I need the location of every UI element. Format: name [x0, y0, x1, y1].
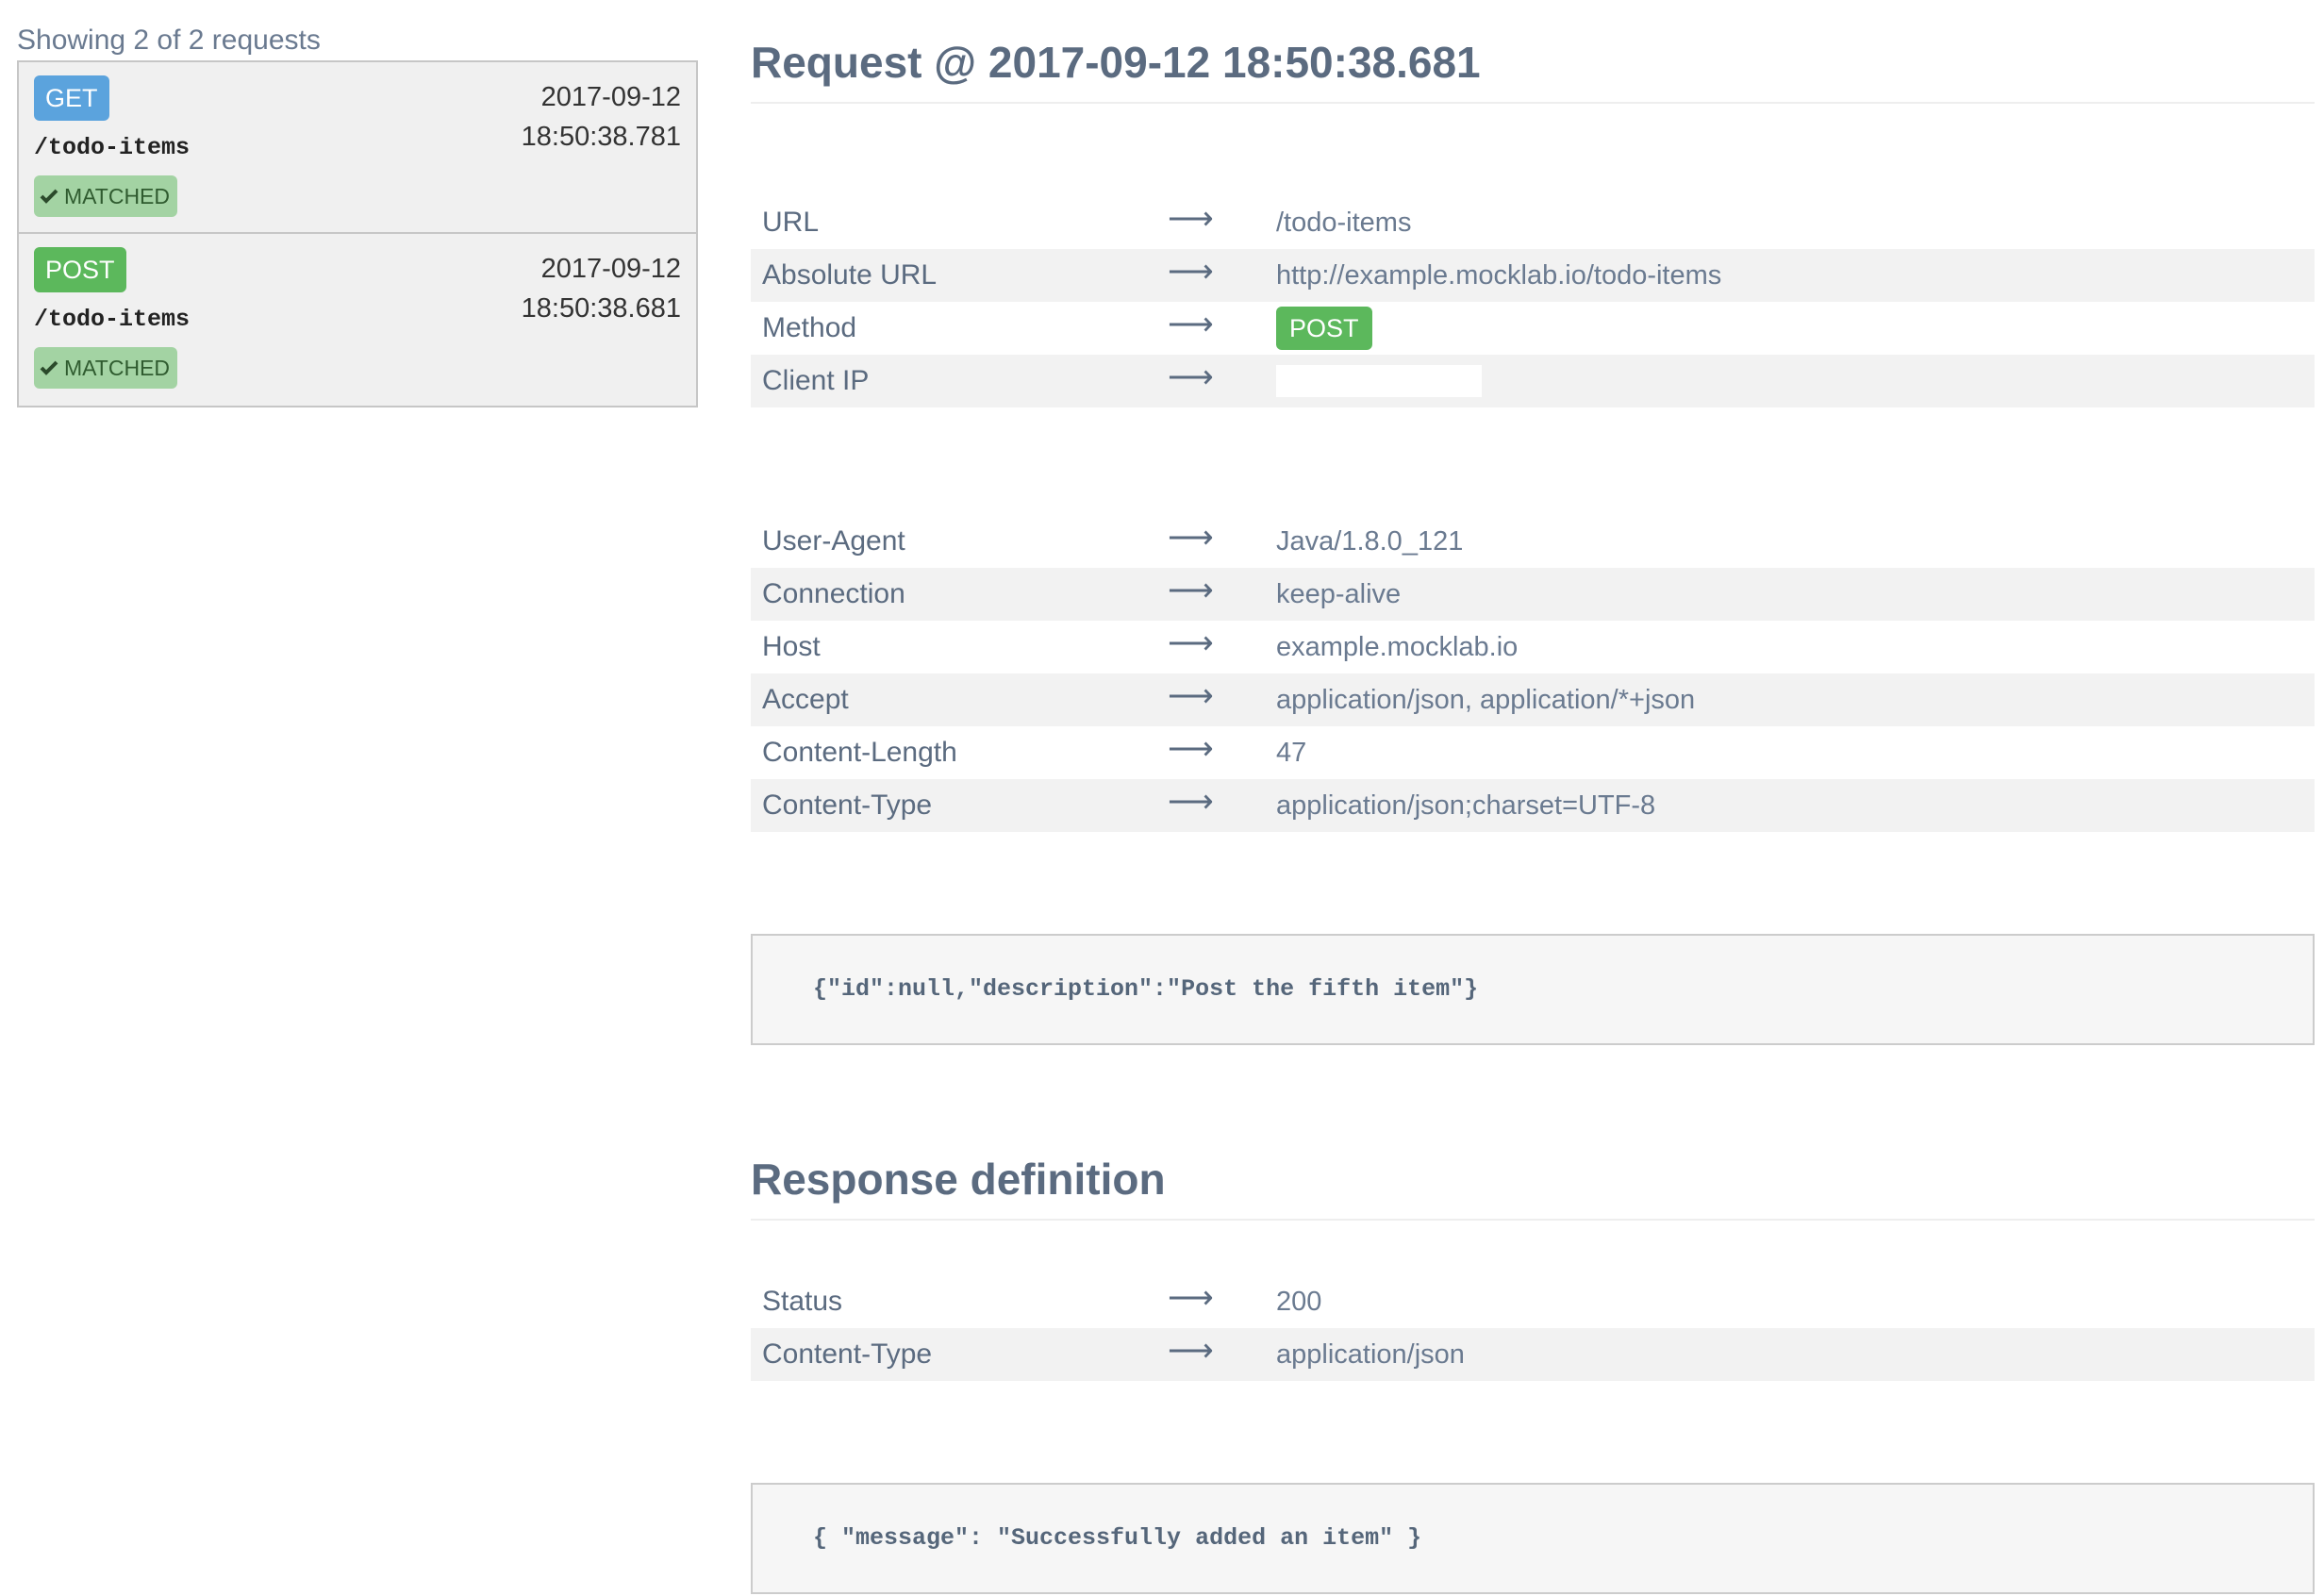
method-badge-post: POST [1276, 307, 1372, 350]
matched-label: MATCHED [64, 356, 171, 380]
matched-label: MATCHED [64, 184, 171, 208]
field-key: URL [762, 207, 820, 238]
header-value: application/json, application/*+json [1276, 684, 1696, 715]
method-badge-get: GET [34, 75, 109, 121]
request-time: 18:50:38.681 [521, 293, 681, 324]
request-timestamp: 2017-09-12 18:50:38.781 [522, 77, 681, 157]
request-title: Request @ 2017-09-12 18:50:38.681 [751, 34, 2315, 104]
client-ip-redacted [1276, 365, 1482, 398]
right-arrow-icon: ⟶ [1168, 731, 1214, 767]
header-row: Accept ⟶ application/json, application/*… [751, 673, 2315, 726]
header-key: Accept [762, 684, 849, 715]
field-row-absolute-url: Absolute URL ⟶ http://example.mocklab.io… [751, 249, 2315, 302]
field-row-url: URL ⟶ /todo-items [751, 196, 2315, 249]
right-arrow-icon: ⟶ [1168, 678, 1214, 714]
response-body: { "message": "Successfully added an item… [751, 1483, 2315, 1594]
field-value: 200 [1276, 1286, 1322, 1317]
request-count-label: Showing 2 of 2 requests [17, 25, 321, 56]
field-value: /todo-items [1276, 207, 1412, 238]
header-row: User-Agent ⟶ Java/1.8.0_121 [751, 515, 2315, 568]
field-value: http://example.mocklab.io/todo-items [1276, 259, 1722, 291]
field-key: Status [762, 1286, 843, 1317]
request-date: 2017-09-12 [540, 254, 681, 284]
right-arrow-icon: ⟶ [1168, 201, 1214, 237]
header-key: Connection [762, 578, 905, 609]
method-badge-post: POST [34, 247, 126, 292]
field-key: Content-Type [762, 1338, 933, 1370]
right-arrow-icon: ⟶ [1168, 520, 1214, 556]
right-arrow-icon: ⟶ [1168, 254, 1214, 290]
request-list-item-get[interactable]: GET /todo-items MATCHED 2017-09-12 18:50… [19, 62, 696, 234]
header-key: User-Agent [762, 525, 905, 557]
response-row-status: Status ⟶ 200 [751, 1275, 2315, 1328]
request-detail-panel: Request @ 2017-09-12 18:50:38.681 URL ⟶ … [751, 34, 2315, 1594]
header-value: keep-alive [1276, 578, 1402, 609]
right-arrow-icon: ⟶ [1168, 307, 1214, 342]
app-root: Showing 2 of 2 requests GET /todo-items … [0, 0, 2324, 1596]
header-value: Java/1.8.0_121 [1276, 525, 1464, 557]
request-body: {"id":null,"description":"Post the fifth… [751, 934, 2315, 1045]
check-icon [40, 188, 58, 205]
matched-badge: MATCHED [34, 175, 178, 217]
matched-badge: MATCHED [34, 347, 178, 389]
header-row: Content-Type ⟶ application/json;charset=… [751, 779, 2315, 832]
request-list-item-post[interactable]: POST /todo-items MATCHED 2017-09-12 18:5… [19, 234, 696, 406]
header-row: Connection ⟶ keep-alive [751, 568, 2315, 621]
header-value: 47 [1276, 737, 1307, 768]
field-row-method: Method ⟶ POST [751, 302, 2315, 355]
header-value: example.mocklab.io [1276, 631, 1519, 662]
field-key: Method [762, 312, 857, 343]
right-arrow-icon: ⟶ [1168, 784, 1214, 820]
request-path: /todo-items [34, 134, 191, 161]
response-fields-table: Status ⟶ 200 Content-Type ⟶ application/… [751, 1275, 2315, 1381]
header-row: Host ⟶ example.mocklab.io [751, 621, 2315, 673]
field-value: application/json [1276, 1338, 1465, 1370]
request-timestamp: 2017-09-12 18:50:38.681 [522, 249, 681, 328]
right-arrow-icon: ⟶ [1168, 1280, 1214, 1316]
request-path: /todo-items [34, 306, 191, 333]
request-list-panel: Showing 2 of 2 requests GET /todo-items … [17, 21, 698, 407]
right-arrow-icon: ⟶ [1168, 1333, 1214, 1369]
check-icon [40, 359, 58, 376]
right-arrow-icon: ⟶ [1168, 625, 1214, 661]
field-row-client-ip: Client IP ⟶ [751, 355, 2315, 407]
field-key: Client IP [762, 365, 870, 396]
request-date: 2017-09-12 [540, 82, 681, 112]
header-key: Content-Length [762, 737, 957, 768]
header-key: Host [762, 631, 821, 662]
right-arrow-icon: ⟶ [1168, 573, 1214, 608]
response-row-content-type: Content-Type ⟶ application/json [751, 1328, 2315, 1381]
request-list: GET /todo-items MATCHED 2017-09-12 18:50… [17, 60, 698, 407]
request-headers-table: User-Agent ⟶ Java/1.8.0_121 Connection ⟶… [751, 515, 2315, 832]
right-arrow-icon: ⟶ [1168, 359, 1214, 395]
response-title: Response definition [751, 1151, 2315, 1221]
header-row: Content-Length ⟶ 47 [751, 726, 2315, 779]
header-value: application/json;charset=UTF-8 [1276, 790, 1656, 821]
header-key: Content-Type [762, 790, 933, 821]
request-time: 18:50:38.781 [521, 122, 681, 152]
field-key: Absolute URL [762, 259, 938, 291]
request-fields-table: URL ⟶ /todo-items Absolute URL ⟶ http://… [751, 196, 2315, 407]
